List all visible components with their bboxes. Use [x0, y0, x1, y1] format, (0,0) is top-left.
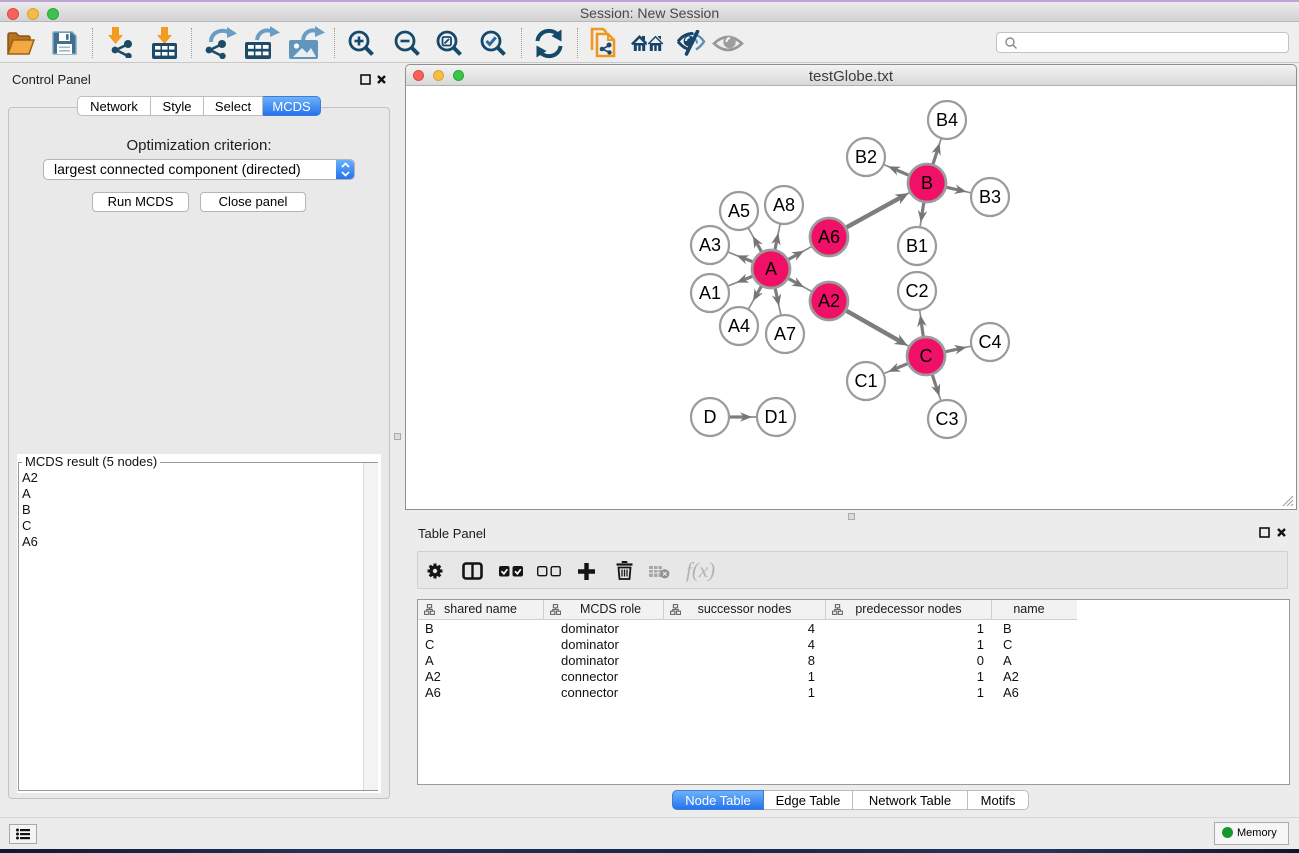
- svg-text:B1: B1: [906, 236, 928, 256]
- svg-text:C1: C1: [854, 371, 877, 391]
- svg-text:C2: C2: [905, 281, 928, 301]
- svg-text:C: C: [920, 346, 933, 366]
- svg-text:D: D: [704, 407, 717, 427]
- svg-text:B3: B3: [979, 187, 1001, 207]
- svg-text:A4: A4: [728, 316, 750, 336]
- svg-text:C4: C4: [978, 332, 1001, 352]
- svg-text:A2: A2: [818, 291, 840, 311]
- svg-text:A7: A7: [774, 324, 796, 344]
- svg-text:D1: D1: [764, 407, 787, 427]
- svg-text:A1: A1: [699, 283, 721, 303]
- svg-text:A8: A8: [773, 195, 795, 215]
- svg-text:A: A: [765, 259, 777, 279]
- svg-text:A5: A5: [728, 201, 750, 221]
- svg-text:C3: C3: [935, 409, 958, 429]
- svg-text:B2: B2: [855, 147, 877, 167]
- svg-text:A6: A6: [818, 227, 840, 247]
- svg-text:B: B: [921, 173, 933, 193]
- svg-text:A3: A3: [699, 235, 721, 255]
- svg-text:B4: B4: [936, 110, 958, 130]
